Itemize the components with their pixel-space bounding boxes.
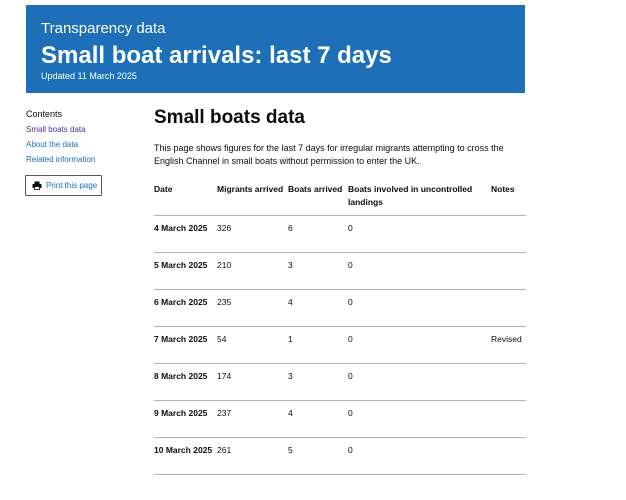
printer-icon (32, 177, 42, 195)
print-button[interactable]: Print this page (25, 175, 102, 196)
cell-date: 7 March 2025 (154, 326, 217, 364)
cell-boats: 3 (288, 363, 348, 401)
cell-date: 6 March 2025 (154, 289, 217, 327)
table-row: 7 March 2025 54 1 0 Revised (154, 326, 526, 364)
column-header-migrants-arrived: Migrants arrived (217, 182, 288, 216)
cell-migrants: 326 (217, 215, 288, 253)
cell-notes (491, 215, 526, 253)
table-row: 4 March 2025 326 6 0 (154, 215, 526, 253)
cell-uncontrolled: 0 (348, 363, 491, 401)
cell-migrants: 261 (217, 437, 288, 475)
cell-migrants: 54 (217, 326, 288, 364)
cell-boats: 4 (288, 400, 348, 438)
small-boats-table: Date Migrants arrived Boats arrived Boat… (154, 182, 526, 475)
contents-link-related-information[interactable]: Related information (26, 155, 136, 165)
section-heading: Small boats data (154, 107, 305, 128)
cell-migrants: 210 (217, 252, 288, 290)
column-header-date: Date (154, 182, 217, 216)
print-label: Print this page (46, 181, 98, 190)
contents-link-small-boats-data[interactable]: Small boats data (26, 125, 136, 135)
page-banner: Transparency data Small boat arrivals: l… (26, 5, 525, 93)
cell-migrants: 174 (217, 363, 288, 401)
cell-date: 5 March 2025 (154, 252, 217, 290)
cell-uncontrolled: 0 (348, 400, 491, 438)
cell-notes (491, 289, 526, 327)
table-row: 5 March 2025 210 3 0 (154, 252, 526, 290)
table-row: 9 March 2025 237 4 0 (154, 400, 526, 438)
cell-uncontrolled: 0 (348, 215, 491, 253)
cell-boats: 6 (288, 215, 348, 253)
cell-date: 10 March 2025 (154, 437, 217, 475)
intro-text: This page shows figures for the last 7 d… (154, 143, 504, 166)
banner-context: Transparency data (41, 20, 166, 37)
page-title: Small boat arrivals: last 7 days (41, 42, 392, 69)
contents-nav: Contents Small boats data About the data… (26, 109, 136, 170)
cell-boats: 5 (288, 437, 348, 475)
cell-uncontrolled: 0 (348, 437, 491, 475)
contents-link-about-the-data[interactable]: About the data (26, 140, 136, 150)
cell-boats: 1 (288, 326, 348, 364)
cell-notes: Revised (491, 326, 526, 364)
updated-date: Updated 11 March 2025 (41, 71, 137, 81)
cell-uncontrolled: 0 (348, 289, 491, 327)
cell-notes (491, 437, 526, 475)
cell-uncontrolled: 0 (348, 252, 491, 290)
cell-boats: 3 (288, 252, 348, 290)
table-header-row: Date Migrants arrived Boats arrived Boat… (154, 182, 526, 216)
column-header-notes: Notes (491, 182, 526, 216)
main-content: Small boats data This page shows figures… (154, 107, 526, 475)
table-row: 8 March 2025 174 3 0 (154, 363, 526, 401)
cell-boats: 4 (288, 289, 348, 327)
cell-migrants: 235 (217, 289, 288, 327)
contents-heading: Contents (26, 109, 63, 119)
cell-uncontrolled: 0 (348, 326, 491, 364)
table-row: 6 March 2025 235 4 0 (154, 289, 526, 327)
cell-date: 8 March 2025 (154, 363, 217, 401)
cell-migrants: 237 (217, 400, 288, 438)
cell-date: 9 March 2025 (154, 400, 217, 438)
column-header-uncontrolled-landings: Boats involved in uncontrolled landings (348, 182, 491, 216)
cell-date: 4 March 2025 (154, 215, 217, 253)
cell-notes (491, 400, 526, 438)
cell-notes (491, 363, 526, 401)
column-header-boats-arrived: Boats arrived (288, 182, 348, 216)
table-row: 10 March 2025 261 5 0 (154, 437, 526, 475)
cell-notes (491, 252, 526, 290)
